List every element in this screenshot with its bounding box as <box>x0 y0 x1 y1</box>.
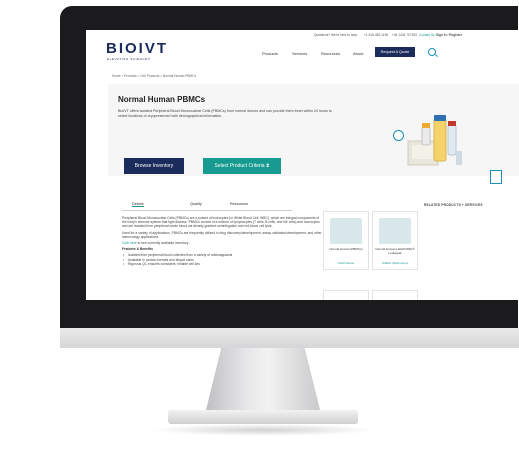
help-text: Questions? We're here to help: <box>314 33 358 37</box>
tab-quality[interactable]: Quality <box>190 202 202 206</box>
related-card-image <box>330 218 362 244</box>
related-card[interactable]: Normal Human (PBMCs) Cell Products <box>323 211 369 270</box>
product-badge-icon <box>393 130 404 141</box>
nav-about[interactable]: About <box>353 51 363 56</box>
nav-services[interactable]: Services <box>292 51 307 56</box>
stand-shadow <box>150 424 376 436</box>
click-here-link[interactable]: Click here <box>122 241 137 245</box>
page-title: Normal Human PBMCs <box>118 95 206 104</box>
tab-resources[interactable]: Resources <box>230 202 248 206</box>
feature-item: Rigorous QC ensures consistent, reliable… <box>122 262 322 266</box>
logo-tagline: ELEVATING SCIENCE® <box>107 57 151 61</box>
select-product-criteria-button[interactable]: Select Product Criteria ⧗ <box>203 158 281 174</box>
product-image <box>407 115 462 166</box>
request-quote-button[interactable]: Request A Quote <box>375 47 415 57</box>
related-card[interactable]: Normal Human LEUKOPAK® Leukopak Unfilled… <box>372 211 418 270</box>
hero-panel: Normal Human PBMCs BioIVT offers isolate… <box>108 84 519 184</box>
monitor-chin <box>60 328 519 348</box>
details-paragraph: Peripheral Blood Mononuclear Cells (PBMC… <box>122 216 320 229</box>
related-card-category[interactable]: Unfilled (Stock Items) <box>373 261 417 265</box>
intro-text: BioIVT offers isolated Peripheral Blood … <box>118 109 332 118</box>
nav-products[interactable]: Products <box>262 51 278 56</box>
screen: Questions? We're here to help: +1 516-48… <box>86 30 519 300</box>
features-heading: Features & Benefits <box>122 247 153 252</box>
related-card-name: Normal Human (PBMCs) <box>329 247 363 251</box>
related-card-category[interactable]: Cell Products <box>324 261 368 265</box>
search-icon[interactable] <box>428 48 436 56</box>
tab-bar: Details Quality Resources <box>122 202 292 211</box>
phone-uk-link[interactable]: +44 1444 707333 <box>392 33 417 37</box>
filter-icon: ⧗ <box>265 163 270 169</box>
signin-link[interactable]: Sign In / Register <box>436 33 462 37</box>
details-panel: Peripheral Blood Mononuclear Cells (PBMC… <box>122 216 322 266</box>
monitor-stand <box>205 348 321 414</box>
related-card-image <box>379 218 411 244</box>
utility-bar: Questions? We're here to help: +1 516-48… <box>86 30 519 39</box>
select-product-criteria-label: Select Product Criteria <box>214 163 265 169</box>
browse-inventory-button[interactable]: Browse Inventory <box>124 158 184 174</box>
details-paragraph: Used for a variety of applications, PBMC… <box>122 230 322 239</box>
related-heading: RELATED PRODUCTS + SERVICES <box>424 203 483 207</box>
related-card-name: Normal Human LEUKOPAK® Leukopak <box>375 247 415 255</box>
logo[interactable]: BIOIVT <box>106 40 168 57</box>
gallery-thumbnail[interactable] <box>490 170 502 184</box>
breadcrumb[interactable]: Home > Products > Cell Products > Normal… <box>112 74 196 78</box>
monitor-stand-base <box>168 410 358 424</box>
tab-details[interactable]: Details <box>132 202 144 207</box>
related-card[interactable] <box>323 290 369 300</box>
contact-link[interactable]: Contact Us <box>419 33 435 37</box>
phone-us-link[interactable]: +1 516-483-1196 <box>364 33 388 37</box>
inventory-line: Click here to see currently available in… <box>122 241 322 245</box>
related-card[interactable] <box>372 290 418 300</box>
inventory-line-text: to see currently available inventory. <box>136 241 190 246</box>
nav-resources[interactable]: Resources <box>321 51 340 56</box>
